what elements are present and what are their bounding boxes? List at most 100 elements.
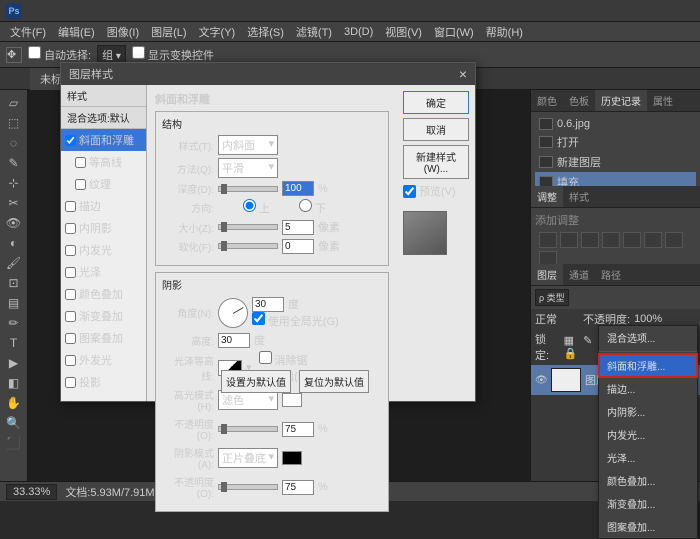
panel-tab[interactable]: 通道	[563, 264, 595, 285]
tool-button[interactable]: ⬛	[3, 434, 25, 452]
style-dropdown[interactable]: 内斜面▾	[218, 135, 278, 155]
context-menu-item[interactable]: 渐变叠加...	[599, 492, 697, 515]
autoselect-checkbox[interactable]: 自动选择:	[28, 46, 91, 63]
tool-button[interactable]: ◐	[3, 234, 25, 252]
style-item[interactable]: 描边	[61, 195, 146, 217]
menu-item[interactable]: 视图(V)	[379, 24, 428, 40]
panel-tab[interactable]: 样式	[563, 186, 595, 207]
adjustment-icon[interactable]	[644, 232, 662, 248]
panel-tab[interactable]: 图层	[531, 264, 563, 285]
opacity-input[interactable]: 100%	[634, 313, 662, 325]
panel-tab[interactable]: 历史记录	[595, 90, 647, 111]
angle-dial[interactable]	[218, 298, 248, 328]
make-default-button[interactable]: 设置为默认值	[221, 370, 291, 393]
angle-input[interactable]: 30	[252, 297, 284, 312]
tool-button[interactable]: ✂	[3, 194, 25, 212]
tool-button[interactable]: ⊹	[3, 174, 25, 192]
tool-button[interactable]: ⬚	[3, 114, 25, 132]
menu-item[interactable]: 窗口(W)	[428, 24, 480, 40]
layer-thumbnail[interactable]	[551, 368, 581, 392]
panel-tab[interactable]: 属性	[647, 90, 679, 111]
context-menu-item[interactable]: 描边...	[599, 377, 697, 400]
style-item[interactable]: 内发光	[61, 239, 146, 261]
soften-slider[interactable]	[218, 243, 278, 249]
dialog-titlebar[interactable]: 图层样式 ×	[61, 63, 475, 85]
size-slider[interactable]	[218, 224, 278, 230]
zoom-level[interactable]: 33.33%	[6, 484, 57, 500]
menu-item[interactable]: 帮助(H)	[480, 24, 529, 40]
style-item[interactable]: 投影	[61, 371, 146, 393]
shadow-mode-dropdown[interactable]: 正片叠底▾	[218, 448, 278, 468]
blend-mode-dropdown[interactable]: 正常	[535, 311, 579, 327]
altitude-input[interactable]: 30	[218, 333, 250, 348]
show-transform-checkbox[interactable]: 显示变换控件	[132, 46, 214, 63]
depth-slider[interactable]	[218, 186, 278, 192]
menu-item[interactable]: 编辑(E)	[52, 24, 101, 40]
style-item[interactable]: 内阴影	[61, 217, 146, 239]
close-icon[interactable]: ×	[459, 66, 467, 82]
new-style-button[interactable]: 新建样式(W)...	[403, 145, 469, 179]
tool-button[interactable]: ▱	[3, 94, 25, 112]
adjustment-icon[interactable]	[623, 232, 641, 248]
menu-item[interactable]: 3D(D)	[338, 26, 379, 38]
style-item[interactable]: 图案叠加	[61, 327, 146, 349]
ok-button[interactable]: 确定	[403, 91, 469, 114]
panel-tab[interactable]: 色板	[563, 90, 595, 111]
tool-button[interactable]: ▤	[3, 294, 25, 312]
global-light-checkbox[interactable]: 使用全局光(G)	[252, 317, 339, 328]
menu-item[interactable]: 选择(S)	[241, 24, 290, 40]
adjustment-icon[interactable]	[665, 232, 683, 248]
adjustment-icon[interactable]	[560, 232, 578, 248]
highlight-opacity-input[interactable]: 75	[282, 422, 314, 437]
context-menu-item[interactable]: 内发光...	[599, 423, 697, 446]
menu-item[interactable]: 文字(Y)	[193, 24, 242, 40]
menu-item[interactable]: 图像(I)	[101, 24, 145, 40]
tool-button[interactable]: ◌	[3, 134, 25, 152]
depth-input[interactable]: 100	[282, 181, 314, 196]
preview-checkbox[interactable]: 预览(V)	[403, 183, 469, 199]
reset-default-button[interactable]: 复位为默认值	[299, 370, 369, 393]
style-item[interactable]: 纹理	[61, 173, 146, 195]
dir-down-radio[interactable]: 下	[274, 199, 326, 216]
size-input[interactable]: 5	[282, 220, 314, 235]
panel-tab[interactable]: 颜色	[531, 90, 563, 111]
tool-button[interactable]: ✎	[3, 154, 25, 172]
context-menu-item[interactable]: 斜面和浮雕...	[599, 354, 697, 377]
menu-item[interactable]: 文件(F)	[4, 24, 52, 40]
highlight-color[interactable]	[282, 393, 302, 407]
styles-header[interactable]: 样式	[61, 85, 146, 107]
context-menu-item[interactable]: 图案叠加...	[599, 515, 697, 538]
shadow-color[interactable]	[282, 451, 302, 465]
shadow-opacity-slider[interactable]	[218, 484, 278, 490]
tool-button[interactable]: 🔍	[3, 414, 25, 432]
style-item[interactable]: 外发光	[61, 349, 146, 371]
adjustment-icon[interactable]	[602, 232, 620, 248]
cancel-button[interactable]: 取消	[403, 118, 469, 141]
adjustment-icon[interactable]	[581, 232, 599, 248]
panel-tab[interactable]: 路径	[595, 264, 627, 285]
style-item[interactable]: 光泽	[61, 261, 146, 283]
context-menu-item[interactable]: 颜色叠加...	[599, 469, 697, 492]
menu-item[interactable]: 滤镜(T)	[290, 24, 338, 40]
tool-button[interactable]: T	[3, 334, 25, 352]
history-item[interactable]: 打开	[535, 132, 696, 152]
context-menu-item[interactable]: 内阴影...	[599, 400, 697, 423]
tool-button[interactable]: ◧	[3, 374, 25, 392]
highlight-mode-dropdown[interactable]: 滤色▾	[218, 390, 278, 410]
visibility-icon[interactable]: 👁	[535, 375, 547, 386]
menu-item[interactable]: 图层(L)	[145, 24, 192, 40]
method-dropdown[interactable]: 平滑▾	[218, 158, 278, 178]
highlight-opacity-slider[interactable]	[218, 426, 278, 432]
history-item[interactable]: 0.6.jpg	[535, 116, 696, 132]
tool-button[interactable]: ✏	[3, 314, 25, 332]
context-menu-item[interactable]: 光泽...	[599, 446, 697, 469]
style-item[interactable]: 颜色叠加	[61, 283, 146, 305]
style-item[interactable]: 渐变叠加	[61, 305, 146, 327]
dir-up-radio[interactable]: 上	[218, 199, 270, 216]
tool-button[interactable]: 👁	[3, 214, 25, 232]
style-item[interactable]: 等高线	[61, 151, 146, 173]
context-menu-item[interactable]: 混合选项...	[599, 326, 697, 349]
style-item[interactable]: 斜面和浮雕	[61, 129, 146, 151]
tool-button[interactable]: 🖌	[3, 254, 25, 272]
panel-tab[interactable]: 调整	[531, 186, 563, 207]
